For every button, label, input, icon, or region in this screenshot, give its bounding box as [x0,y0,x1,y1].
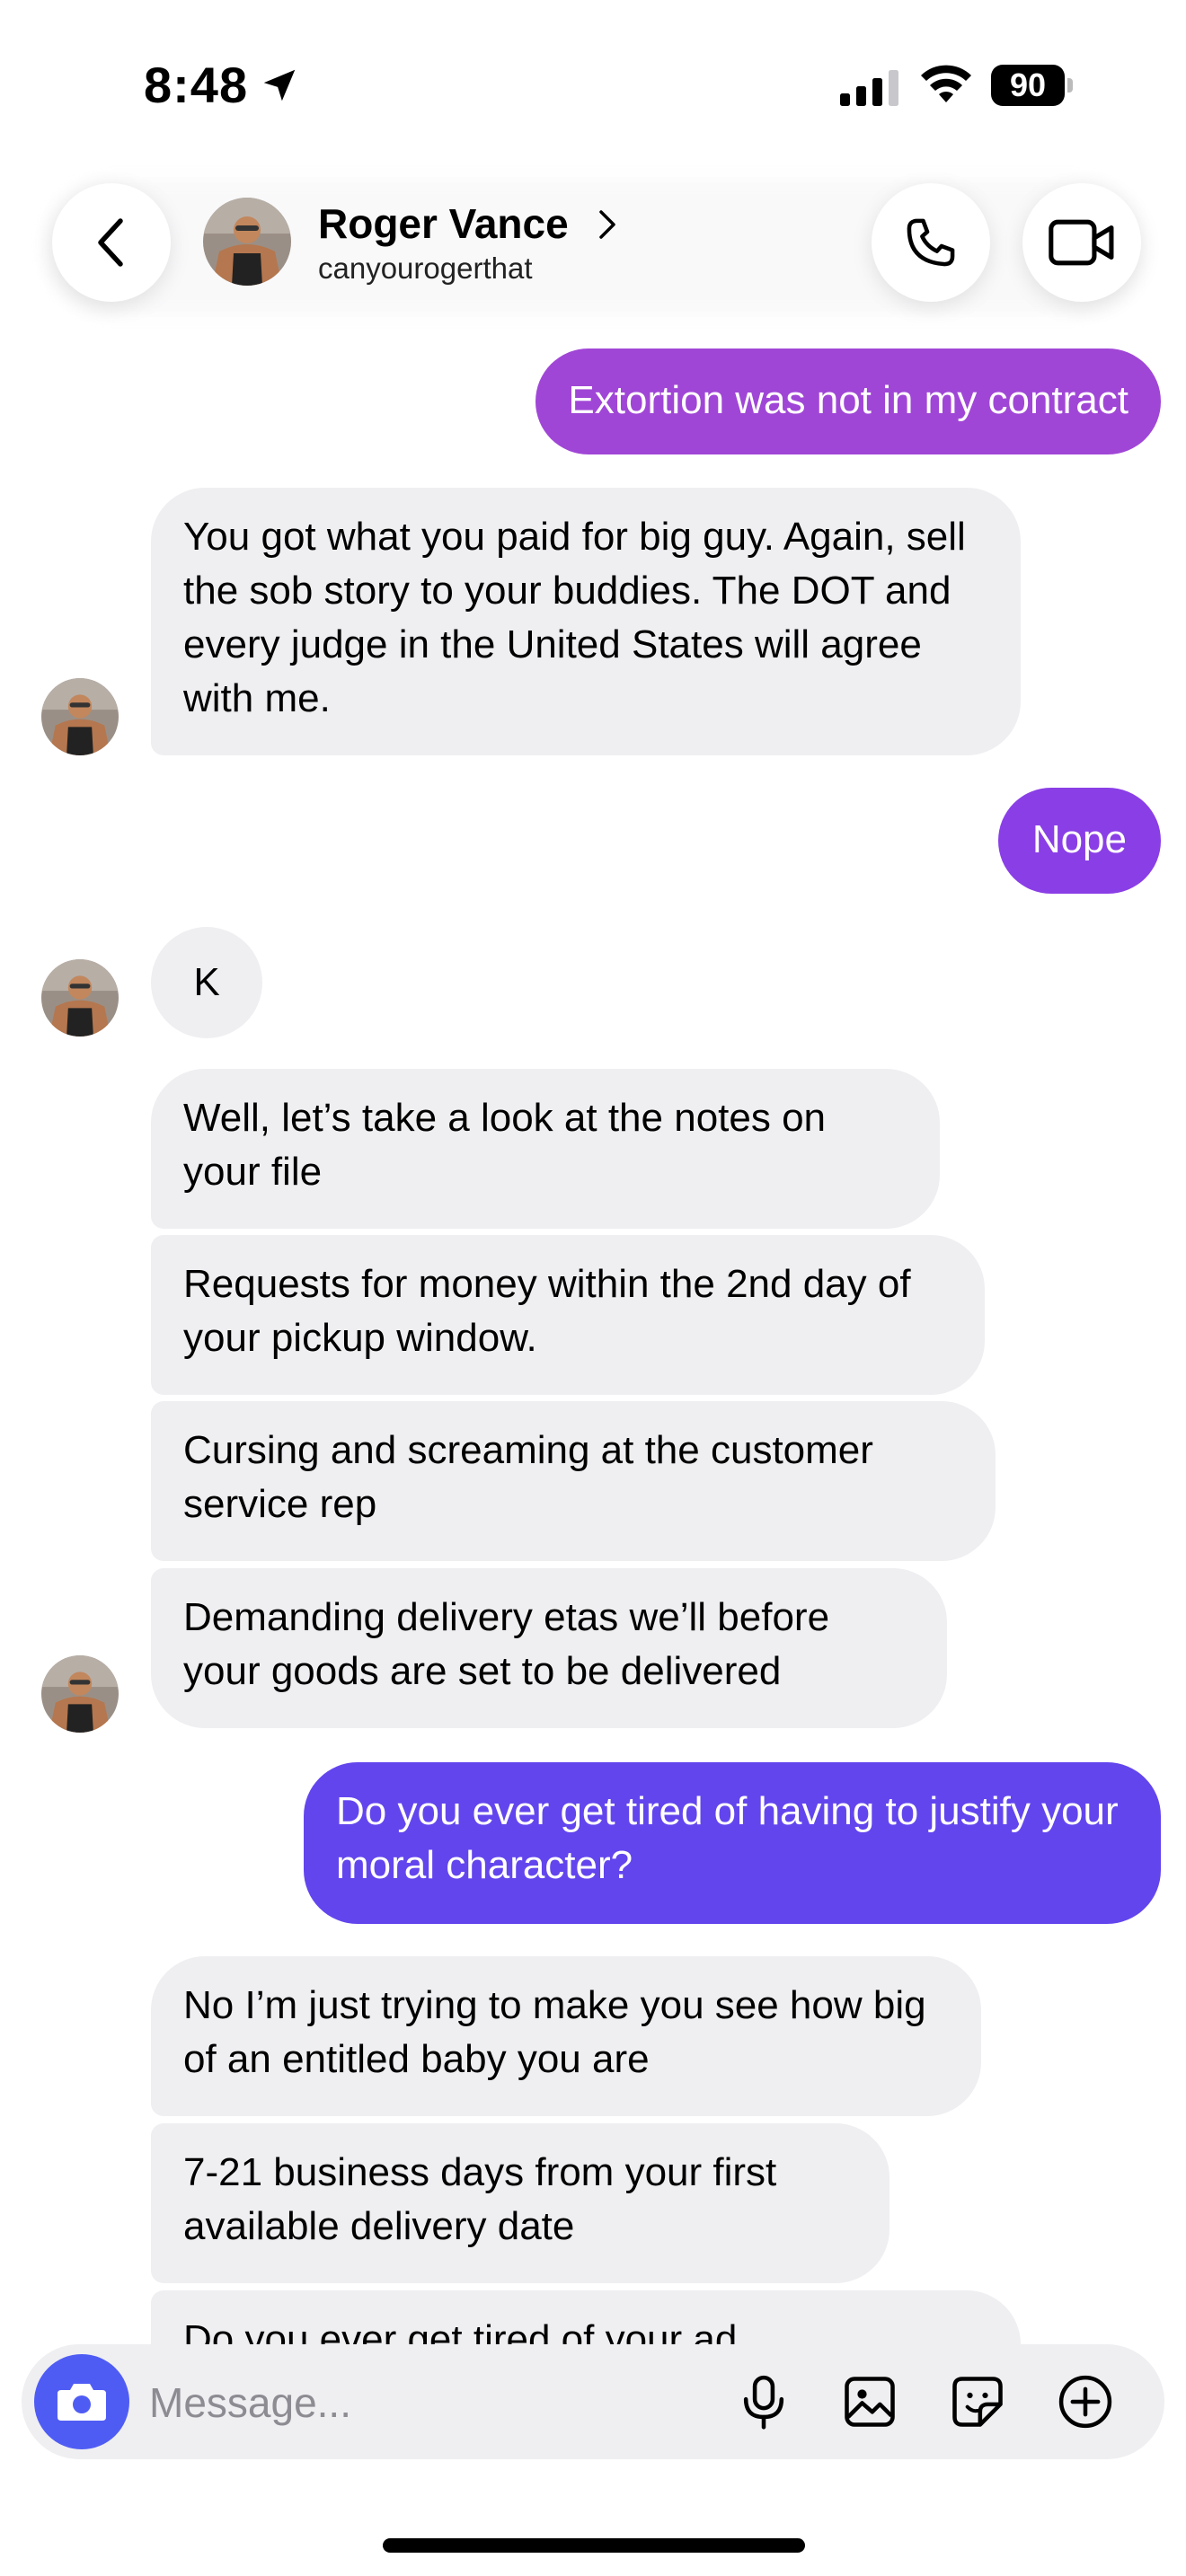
message-bubble-incoming[interactable]: No I’m just trying to make you see how b… [151,1956,981,2116]
message-input[interactable] [149,2371,724,2434]
battery-tip [1067,78,1073,93]
contact-avatar[interactable] [203,198,291,286]
message-composer [22,2344,1164,2459]
message-bubble-incoming[interactable]: Cursing and screaming at the customer se… [151,1401,996,1561]
back-chevron-icon [98,218,123,267]
video-call-button[interactable] [1022,183,1141,302]
location-arrow-icon [263,69,296,101]
message-bubble-incoming[interactable]: Well, let’s take a look at the notes on … [151,1069,940,1229]
message-bubble-outgoing[interactable]: Nope [997,788,1161,894]
message-bubble-incoming[interactable]: K [151,927,262,1038]
message-bubble-outgoing[interactable]: Extortion was not in my contract [535,348,1161,454]
sender-avatar[interactable] [41,959,119,1037]
call-button[interactable] [872,183,990,302]
sender-avatar[interactable] [41,678,119,755]
phone-icon [907,218,955,267]
camera-button[interactable] [34,2354,129,2449]
message-bubble-incoming[interactable]: You got what you paid for big guy. Again… [151,488,1021,755]
message-bubble-incoming[interactable]: Demanding delivery etas we’ll before you… [151,1568,947,1728]
message-bubble-incoming[interactable]: 7-21 business days from your first avail… [151,2123,890,2283]
microphone-icon[interactable] [733,2371,794,2432]
chevron-right-icon[interactable] [597,208,618,241]
plus-circle-icon[interactable] [1055,2371,1116,2432]
message-bubble-incoming[interactable]: Requests for money within the 2nd day of… [151,1235,985,1395]
contact-username[interactable]: canyourogerthat [318,251,533,286]
battery-level: 90 [991,65,1065,106]
video-camera-icon [1049,219,1114,266]
sender-avatar[interactable] [41,1655,119,1733]
back-button[interactable] [52,183,171,302]
camera-icon [58,2384,106,2421]
status-time: 8:48 [144,57,249,113]
wifi-icon [921,65,971,102]
chat-header: Roger Vance canyourogerthat [0,171,1186,332]
cellular-signal-icon [840,70,898,106]
battery-indicator: 90 [991,65,1074,106]
status-bar: 8:48 90 [0,0,1186,171]
home-indicator[interactable] [383,2538,805,2553]
message-bubble-outgoing[interactable]: Do you ever get tired of having to justi… [304,1762,1161,1924]
image-icon[interactable] [839,2371,900,2432]
contact-name[interactable]: Roger Vance [318,199,569,248]
sticker-icon[interactable] [947,2371,1008,2432]
